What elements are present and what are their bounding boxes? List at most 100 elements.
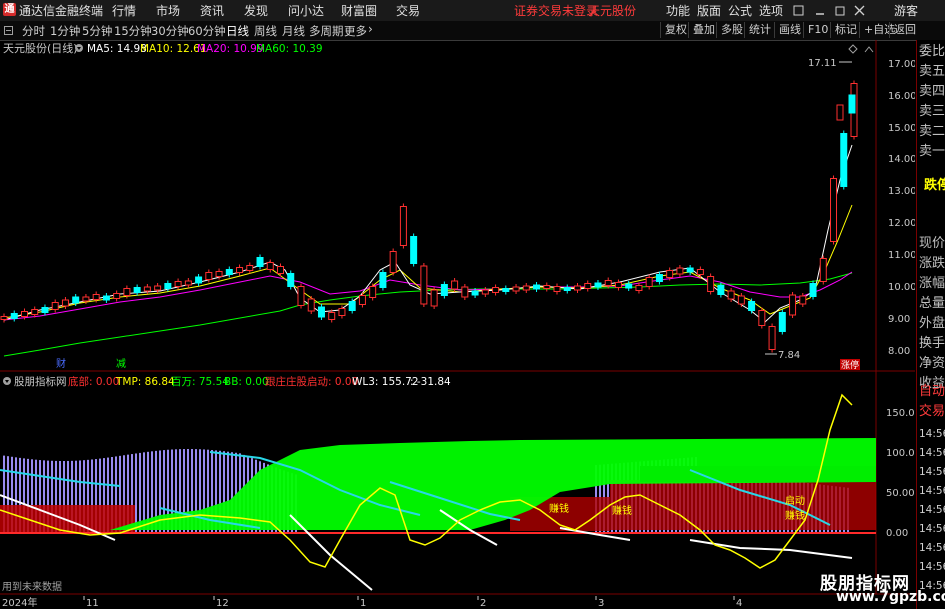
candle [819, 258, 827, 282]
collapse-icon[interactable] [4, 26, 14, 36]
price-tick: 12.00 [888, 218, 915, 229]
candle [686, 267, 694, 273]
candle [236, 267, 244, 273]
menu-xuanxiang[interactable]: 选项 [759, 2, 783, 19]
chart-canvas[interactable]: 17.00 16.00 15.00 14.00 13.00 12.00 11.0… [0, 40, 915, 609]
candle [133, 287, 141, 293]
candle [676, 267, 684, 275]
price-tick: 8.00 [888, 346, 910, 357]
btn-biaoji[interactable]: 标记 [830, 22, 861, 38]
quote-panel-item: 卖二 [919, 124, 945, 139]
candle [266, 262, 274, 270]
dropdown-icon[interactable] [75, 44, 83, 52]
app-logo-icon: 通 [3, 3, 16, 16]
period-15min[interactable]: 15分钟 [114, 23, 152, 39]
candle [625, 283, 633, 289]
quote-panel-item: 卖四 [919, 84, 945, 99]
btn-diejia[interactable]: 叠加 [688, 22, 719, 38]
candle [338, 308, 346, 316]
btn-huaxian[interactable]: 画线 [774, 22, 805, 38]
quote-panel-item: 卖一 [919, 144, 945, 159]
white-line-5 [689, 539, 853, 559]
signal-label: 启动 [785, 494, 805, 507]
menu-faxian[interactable]: 发现 [244, 2, 268, 19]
candle [471, 290, 479, 296]
menu-zixun[interactable]: 资讯 [200, 2, 224, 19]
period-5min[interactable]: 5分钟 [82, 23, 112, 39]
btn-fuquan[interactable]: 复权 [660, 22, 691, 38]
dropdown-icon[interactable] [3, 377, 11, 385]
marker-jian[interactable]: 减 [116, 358, 126, 370]
menu-hangqing[interactable]: 行情 [112, 2, 136, 19]
candle [215, 271, 223, 277]
price-tick: 10.00 [888, 282, 915, 293]
candle [717, 285, 725, 295]
indicator-name[interactable]: 股朋指标网 [14, 375, 67, 388]
chevron-right-icon[interactable]: › [368, 22, 373, 36]
candle [389, 251, 397, 273]
price-tick: 9.00 [888, 314, 910, 325]
marker-cai[interactable]: 财 [56, 357, 66, 370]
candle [123, 288, 131, 296]
period-multi[interactable]: 多周期 [309, 23, 344, 39]
candle [748, 301, 756, 311]
ind-wl3-b: : -31.84 [410, 376, 451, 388]
menu-gongshi[interactable]: 公式 [728, 2, 752, 19]
btn-f10[interactable]: F10 [803, 22, 832, 38]
candle [655, 274, 663, 282]
candle [461, 286, 469, 298]
ma60-label: MA60: 10.39 [256, 43, 323, 55]
period-daily[interactable]: 日线 [226, 23, 249, 39]
menu-shichang[interactable]: 市场 [156, 2, 180, 19]
candle [307, 298, 315, 312]
ind-bottom: 底部: 0.00 [68, 375, 119, 388]
candle [522, 285, 530, 291]
period-1min[interactable]: 1分钟 [50, 23, 80, 39]
trade-login-warning[interactable]: 证券交易未登录 [514, 2, 598, 19]
chevron-up-icon[interactable] [864, 46, 874, 53]
candle [789, 294, 797, 316]
quote-panel-item: 涨幅 [919, 276, 945, 291]
period-monthly[interactable]: 月线 [282, 23, 305, 39]
menu-caifuquan[interactable]: 财富圈 [341, 2, 377, 19]
quote-panel-item: 14:56 [919, 504, 945, 516]
ma20-label: MA20: 10.99 [197, 43, 264, 55]
period-weekly[interactable]: 周线 [254, 23, 277, 39]
candle [553, 286, 561, 292]
candle [113, 293, 121, 299]
menu-jiaoyi[interactable]: 交易 [396, 2, 420, 19]
candle [154, 285, 162, 291]
btn-back[interactable]: 返回 [889, 22, 920, 38]
candle [848, 94, 856, 114]
menu-icon[interactable] [793, 5, 804, 16]
candle [666, 270, 674, 278]
quote-panel-item: 涨跌 [919, 256, 945, 271]
candle [645, 277, 653, 287]
candle [830, 178, 838, 242]
period-fenshi[interactable]: 分时 [22, 23, 45, 39]
period-60min[interactable]: 60分钟 [188, 23, 226, 39]
window-buttons [793, 5, 865, 16]
candle [246, 265, 254, 271]
diamond-icon[interactable] [848, 44, 858, 54]
quote-panel-item: 自动 [919, 384, 945, 399]
btn-tongji[interactable]: 统计 [744, 22, 775, 38]
menu-wenxiaoda[interactable]: 问小达 [288, 2, 324, 19]
candle [420, 265, 428, 305]
period-more[interactable]: 更多 [344, 23, 367, 39]
user-label[interactable]: 游客 [894, 2, 918, 19]
close-icon[interactable] [854, 5, 865, 16]
btn-duogu[interactable]: 多股 [716, 22, 747, 38]
future-data-note: 用到未来数据 [2, 580, 62, 593]
restore-icon[interactable] [835, 6, 845, 16]
menu-banmian[interactable]: 版面 [697, 2, 721, 19]
menu-gongneng[interactable]: 功能 [666, 2, 690, 19]
candle [358, 295, 366, 305]
candle [758, 310, 766, 326]
candle [287, 273, 295, 287]
candle [82, 296, 90, 302]
period-30min[interactable]: 30分钟 [151, 23, 189, 39]
quote-panel-item: 14:56 [919, 542, 945, 554]
candle [164, 283, 172, 289]
ma60-line [3, 272, 853, 357]
